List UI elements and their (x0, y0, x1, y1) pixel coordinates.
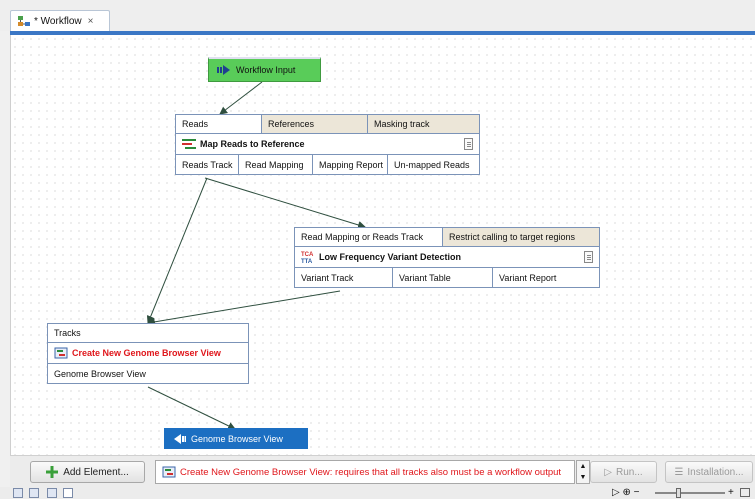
table-view-icon[interactable] (29, 488, 39, 498)
input-port-tracks[interactable]: Tracks (48, 324, 248, 342)
status-bar: ▷ ⊕ − + (0, 487, 755, 499)
workflow-view-icon[interactable] (13, 488, 23, 498)
input-arrow-icon (217, 65, 230, 75)
run-button[interactable]: ▷ Run... (590, 461, 657, 483)
workflow-icon (18, 16, 30, 26)
svg-text:TCA: TCA (301, 252, 314, 258)
input-port-read-mapping-or-reads-track[interactable]: Read Mapping or Reads Track (295, 228, 443, 246)
installation-label: Installation... (687, 466, 744, 478)
output-port-variant-track[interactable]: Variant Track (295, 268, 393, 287)
map-reads-title-label: Map Reads to Reference (200, 139, 305, 149)
play-icon: ▷ (604, 466, 612, 478)
svg-text:TTA: TTA (301, 259, 313, 263)
input-port-reads[interactable]: Reads (176, 115, 262, 133)
workflow-output-node[interactable]: Genome Browser View (164, 428, 308, 449)
input-port-restrict-regions[interactable]: Restrict calling to target regions (443, 228, 599, 246)
low-frequency-title: TCA TTA Low Frequency Variant Detection (295, 247, 599, 268)
output-port-reads-track[interactable]: Reads Track (176, 155, 239, 174)
genome-browser-inputs: Tracks (48, 324, 248, 343)
workflow-input-node[interactable]: Workflow Input (208, 57, 321, 82)
installation-icon: ☰ (674, 466, 684, 478)
genome-browser-icon (54, 347, 68, 359)
zoom-out-icon[interactable]: − (634, 487, 640, 498)
pointer-mode-icon[interactable]: ▷ (612, 487, 620, 498)
message-scroll-spinner[interactable]: ▲ ▼ (576, 460, 590, 484)
zoom-slider[interactable] (655, 492, 725, 494)
workflow-input-label: Workflow Input (236, 65, 296, 75)
plus-icon (46, 466, 59, 478)
run-label: Run... (616, 466, 643, 478)
output-port-read-mapping[interactable]: Read Mapping (239, 155, 313, 174)
tab-strip: * Workflow × (0, 0, 755, 31)
low-frequency-outputs: Variant Track Variant Table Variant Repo… (295, 268, 599, 287)
zoom-slider-handle[interactable] (676, 488, 681, 498)
input-port-masking-track[interactable]: Masking track (368, 115, 479, 133)
zoom-in-icon[interactable]: ⊕ (622, 487, 630, 498)
zoom-controls[interactable]: ▷ ⊕ − (612, 487, 640, 498)
output-port-variant-report[interactable]: Variant Report (493, 268, 599, 287)
output-port-unmapped-reads[interactable]: Un-mapped Reads (388, 155, 479, 174)
add-element-button[interactable]: Add Element... (30, 461, 145, 483)
bottom-toolbar: Add Element... Create New Genome Browser… (10, 455, 755, 487)
genome-browser-outputs: Genome Browser View (48, 364, 248, 383)
document-icon[interactable] (464, 138, 473, 150)
low-frequency-node[interactable]: Read Mapping or Reads Track Restrict cal… (294, 227, 600, 288)
map-reads-inputs: Reads References Masking track (176, 115, 479, 134)
output-arrow-icon (174, 433, 186, 444)
variant-detection-icon: TCA TTA (301, 252, 314, 263)
add-element-label: Add Element... (63, 466, 129, 478)
output-port-variant-table[interactable]: Variant Table (393, 268, 493, 287)
map-reads-title: Map Reads to Reference (176, 134, 479, 155)
workflow-output-label: Genome Browser View (191, 433, 283, 444)
input-port-references[interactable]: References (262, 115, 368, 133)
installation-button[interactable]: ☰ Installation... (665, 461, 753, 483)
map-reads-icon (182, 139, 196, 149)
genome-browser-icon (162, 466, 176, 478)
output-port-mapping-report[interactable]: Mapping Report (313, 155, 388, 174)
genome-browser-node[interactable]: Tracks Create New Genome Browser View Ge… (47, 323, 249, 384)
genome-browser-title-label: Create New Genome Browser View (72, 348, 221, 358)
history-view-icon[interactable] (47, 488, 57, 498)
tab-workflow[interactable]: * Workflow × (10, 10, 110, 31)
document-icon[interactable] (584, 251, 593, 263)
map-reads-outputs: Reads Track Read Mapping Mapping Report … (176, 155, 479, 174)
history-icon[interactable] (63, 488, 73, 498)
fit-to-screen-icon[interactable] (740, 488, 750, 497)
zoom-plus-icon[interactable]: + (728, 487, 734, 498)
validation-message-text: Create New Genome Browser View: requires… (180, 466, 562, 478)
close-icon[interactable]: × (88, 16, 94, 27)
tab-label: * Workflow (34, 15, 82, 27)
low-frequency-inputs: Read Mapping or Reads Track Restrict cal… (295, 228, 599, 247)
validation-message: Create New Genome Browser View: requires… (155, 460, 575, 484)
low-frequency-title-label: Low Frequency Variant Detection (319, 252, 462, 262)
genome-browser-title: Create New Genome Browser View (48, 343, 248, 364)
output-port-genome-browser-view[interactable]: Genome Browser View (48, 364, 248, 383)
map-reads-node[interactable]: Reads References Masking track Map Reads… (175, 114, 480, 175)
